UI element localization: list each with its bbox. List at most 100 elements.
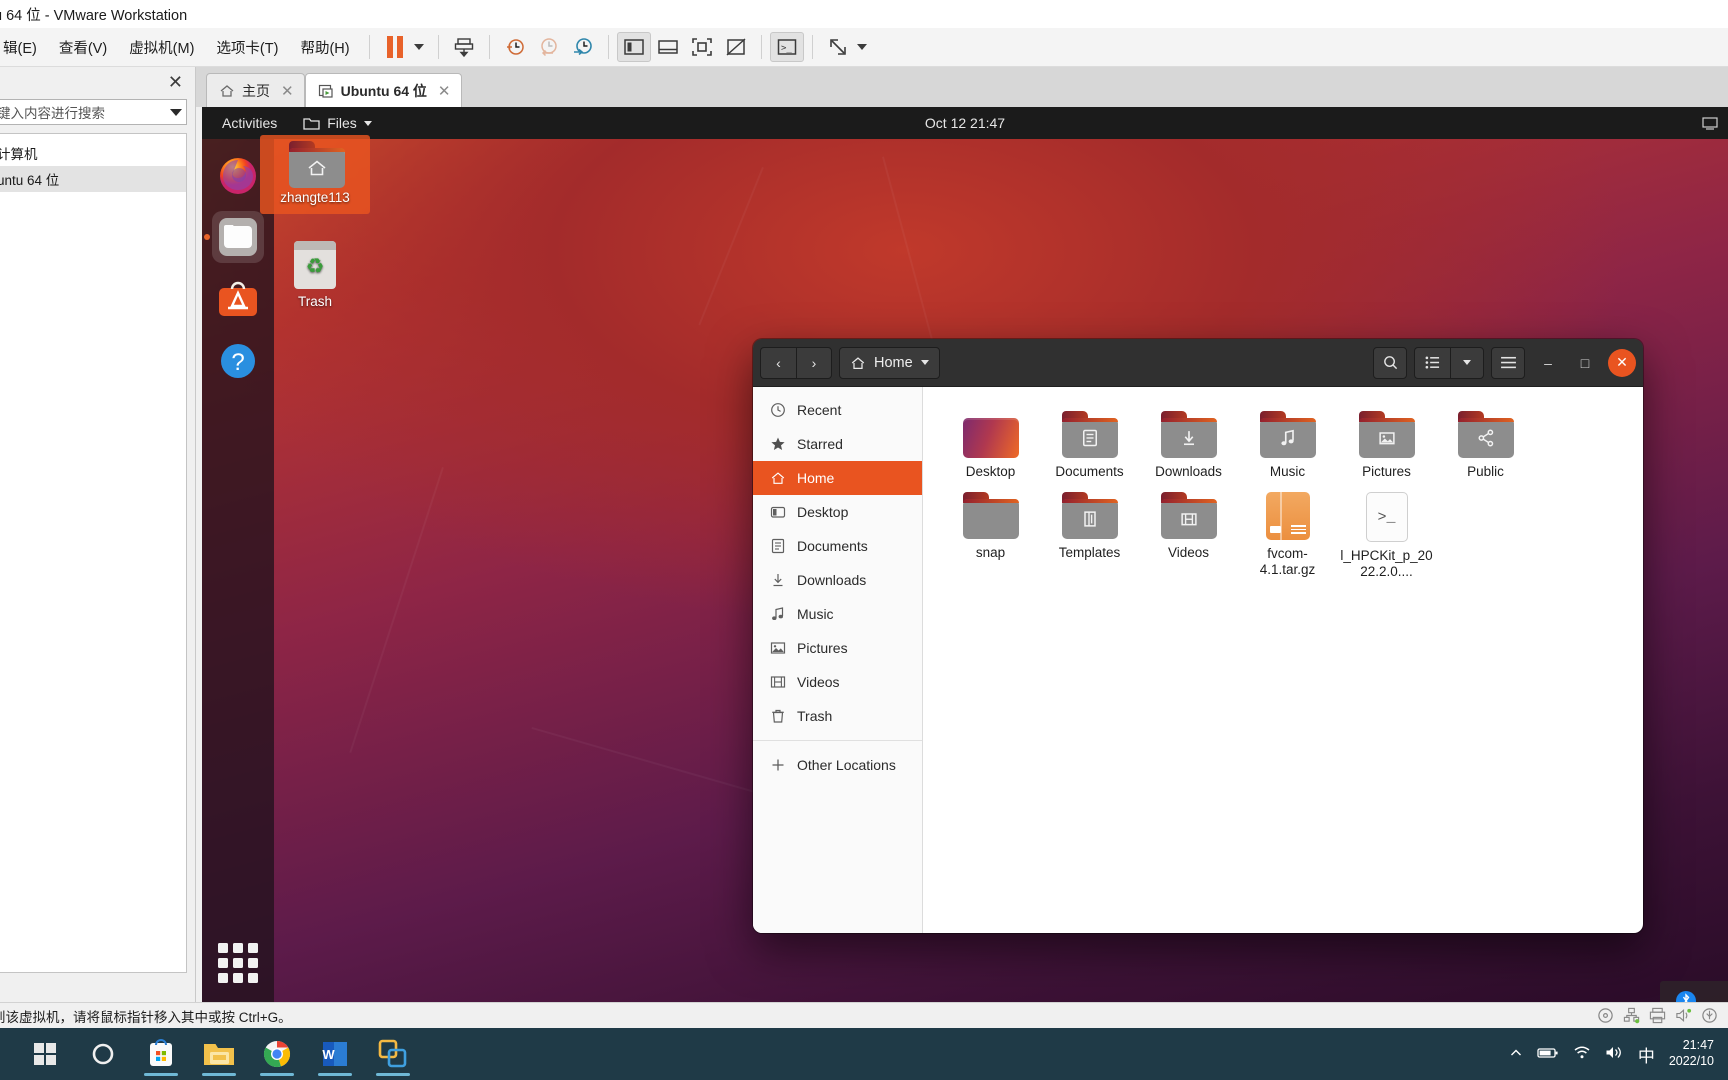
search-input[interactable]: 键入内容进行搜索 <box>0 102 170 122</box>
dock-item-help[interactable]: ? <box>212 335 264 387</box>
file-item-videos[interactable]: Videos <box>1139 486 1238 586</box>
library-node-ubuntu[interactable]: untu 64 位 <box>0 166 186 192</box>
minimize-button[interactable]: – <box>1534 349 1562 377</box>
file-item-snap[interactable]: snap <box>941 486 1040 586</box>
path-bar-button[interactable]: Home <box>839 346 940 379</box>
show-applications-button[interactable] <box>215 940 261 986</box>
file-item-downloads[interactable]: Downloads <box>1139 405 1238 486</box>
system-menu-button[interactable] <box>1702 116 1718 130</box>
file-name: l_HPCKit_p_2022.2.0.... <box>1340 548 1433 580</box>
menu-tabs[interactable]: 选项卡(T) <box>205 33 289 62</box>
gnome-clock[interactable]: Oct 12 21:47 <box>202 115 1728 131</box>
stretch-guest-button[interactable] <box>821 32 855 62</box>
menu-view[interactable]: 查看(V) <box>48 33 118 62</box>
file-item-fvcom-archive[interactable]: fvcom-4.1.tar.gz <box>1238 486 1337 586</box>
sidebar-item-home[interactable]: Home <box>753 461 922 495</box>
app-menu-button[interactable]: Files <box>293 115 382 131</box>
unity-mode-button[interactable] <box>719 32 753 62</box>
menu-vm[interactable]: 虚拟机(M) <box>118 33 205 62</box>
sidebar-item-other-locations[interactable]: Other Locations <box>753 748 922 782</box>
wifi-icon[interactable] <box>1573 1045 1591 1063</box>
file-item-hpckit-script[interactable]: >_ l_HPCKit_p_2022.2.0.... <box>1337 486 1436 586</box>
sidebar-item-documents[interactable]: Documents <box>753 529 922 563</box>
tab-home[interactable]: 主页 ✕ <box>206 73 305 107</box>
sidebar-item-music[interactable]: Music <box>753 597 922 631</box>
vmware-workstation-button[interactable] <box>364 1031 422 1077</box>
trash-icon <box>769 708 786 724</box>
view-options-button[interactable] <box>1450 346 1484 379</box>
file-item-pictures[interactable]: Pictures <box>1337 405 1436 486</box>
menu-edit[interactable]: 辑(E) <box>0 33 48 62</box>
snapshot-manager-button[interactable] <box>566 32 600 62</box>
snapshot-back-button[interactable] <box>532 32 566 62</box>
search-button[interactable] <box>1373 346 1407 379</box>
chevron-down-icon[interactable] <box>413 44 424 50</box>
network-icon[interactable] <box>1623 1007 1640 1024</box>
document-icon <box>769 538 786 554</box>
disc-icon[interactable] <box>1597 1007 1614 1024</box>
console-view-button[interactable]: >_ <box>769 32 804 62</box>
close-icon[interactable]: ✕ <box>281 82 294 100</box>
file-item-desktop[interactable]: Desktop <box>941 405 1040 486</box>
chevron-down-icon[interactable] <box>856 44 867 50</box>
dock-item-files[interactable] <box>212 211 264 263</box>
show-hidden-icons-button[interactable] <box>1509 1046 1523 1063</box>
close-icon[interactable]: ✕ <box>438 82 451 100</box>
taskbar-clock[interactable]: 21:47 2022/10 <box>1669 1038 1714 1069</box>
usb-icon[interactable] <box>1701 1007 1718 1024</box>
chrome-icon <box>263 1040 291 1068</box>
pause-button[interactable] <box>378 32 412 62</box>
take-snapshot-button[interactable] <box>447 32 481 62</box>
sidebar-item-trash[interactable]: Trash <box>753 699 922 733</box>
file-explorer-button[interactable] <box>190 1031 248 1077</box>
forward-button[interactable]: › <box>796 346 832 379</box>
battery-icon[interactable] <box>1537 1046 1559 1063</box>
printer-icon[interactable] <box>1649 1007 1666 1024</box>
sidebar-item-starred[interactable]: Starred <box>753 427 922 461</box>
back-button[interactable]: ‹ <box>760 346 796 379</box>
desktop-icon-home[interactable]: zhangte113 <box>260 135 370 214</box>
maximize-button[interactable]: □ <box>1571 349 1599 377</box>
library-node-computer[interactable]: 计算机 <box>0 140 186 166</box>
chevron-down-icon[interactable] <box>170 108 182 116</box>
close-icon[interactable]: ✕ <box>168 72 183 93</box>
show-thumbnails-button[interactable] <box>651 32 685 62</box>
microsoft-word-button[interactable]: W <box>306 1031 364 1077</box>
file-item-music[interactable]: Music <box>1238 405 1337 486</box>
file-explorer-icon <box>204 1044 234 1065</box>
list-view-button[interactable] <box>1414 346 1450 379</box>
dock-item-firefox[interactable] <box>212 149 264 201</box>
fullscreen-button[interactable] <box>685 32 719 62</box>
main-menu-button[interactable] <box>1491 346 1525 379</box>
unity-mode-icon <box>726 38 746 56</box>
activities-button[interactable]: Activities <box>202 115 293 131</box>
sound-icon[interactable] <box>1675 1007 1692 1024</box>
start-button[interactable] <box>16 1031 74 1077</box>
library-search-box[interactable]: 键入内容进行搜索 <box>0 99 187 125</box>
sidebar-item-pictures[interactable]: Pictures <box>753 631 922 665</box>
snapshot-add-button[interactable] <box>498 32 532 62</box>
dock-item-software[interactable] <box>212 273 264 325</box>
menu-help[interactable]: 帮助(H) <box>289 33 360 62</box>
file-item-documents[interactable]: Documents <box>1040 405 1139 486</box>
volume-icon[interactable] <box>1605 1045 1624 1063</box>
close-button[interactable]: ✕ <box>1608 348 1636 377</box>
sidebar-item-videos[interactable]: Videos <box>753 665 922 699</box>
file-item-templates[interactable]: Templates <box>1040 486 1139 586</box>
sidebar-item-recent[interactable]: Recent <box>753 393 922 427</box>
tab-ubuntu[interactable]: Ubuntu 64 位 ✕ <box>304 73 462 107</box>
microsoft-store-button[interactable] <box>132 1031 190 1077</box>
vmware-status-bar: 到该虚拟机，请将鼠标指针移入其中或按 Ctrl+G。 <box>0 1002 1728 1028</box>
google-chrome-button[interactable] <box>248 1031 306 1077</box>
cortana-search-button[interactable] <box>74 1031 132 1077</box>
file-item-public[interactable]: Public <box>1436 405 1535 486</box>
windows-taskbar: W 中 21:47 2022/10 <box>0 1028 1728 1080</box>
ribbon-icon[interactable] <box>1723 987 1728 1002</box>
sidebar-item-desktop[interactable]: Desktop <box>753 495 922 529</box>
desktop-icon-trash[interactable]: ♻ Trash <box>260 235 370 318</box>
snapshot-back-icon <box>540 38 557 57</box>
ime-indicator[interactable]: 中 <box>1638 1042 1655 1067</box>
sidebar-item-downloads[interactable]: Downloads <box>753 563 922 597</box>
show-library-button[interactable] <box>616 32 651 62</box>
bluetooth-icon[interactable] <box>1672 987 1700 1002</box>
